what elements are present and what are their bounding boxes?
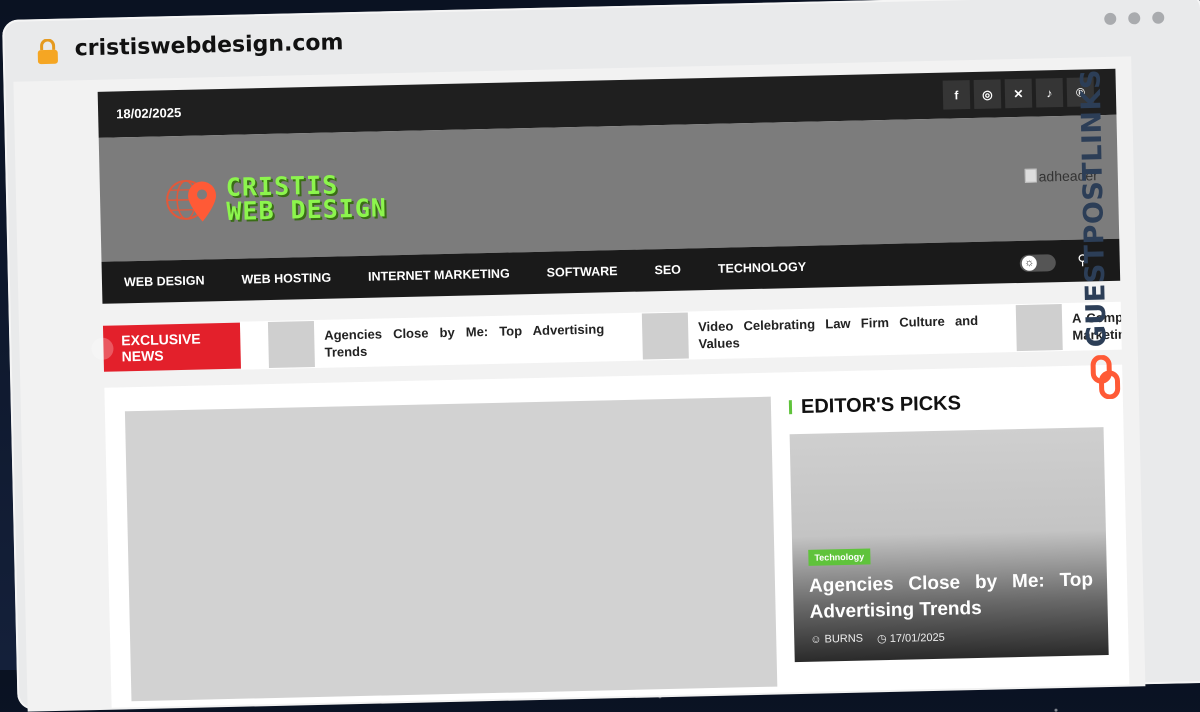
browser-window: cristiswebdesign.com 18/02/2025 f ◎ ✕ ♪ … (2, 0, 1200, 712)
ticker-thumbnail (1015, 304, 1063, 352)
lock-icon (37, 38, 58, 65)
featured-image[interactable] (124, 396, 778, 702)
nav-item-technology[interactable]: TECHNOLOGY (718, 260, 806, 276)
current-date: 18/02/2025 (115, 104, 182, 122)
editors-picks-heading: EDITOR'S PICKS (789, 392, 961, 419)
window-dot[interactable] (1128, 12, 1141, 25)
ticker-item-title: Video Celebrating Law Firm Culture and V… (697, 312, 979, 352)
post-date-text: 17/01/2025 (889, 631, 945, 646)
logo-line2: WEB DESIGN (226, 193, 388, 226)
nav-item-web-hosting[interactable]: WEB HOSTING (241, 271, 331, 287)
ticker-items: Agencies Close by Me: Top Advertising Tr… (239, 301, 1122, 370)
user-icon: ☺ (810, 633, 822, 646)
ticker-thumbnail (641, 312, 689, 360)
nav-item-internet-marketing[interactable]: INTERNET MARKETING (368, 267, 510, 284)
author[interactable]: ☺ BURNS (810, 633, 863, 647)
facebook-icon[interactable]: f (942, 80, 971, 110)
website: 18/02/2025 f ◎ ✕ ♪ ℗ CRISTIS WEB DESIGN … (97, 68, 1130, 708)
dark-mode-toggle[interactable] (1019, 254, 1056, 272)
pick-title[interactable]: Agencies Close by Me: Top Advertising Tr… (809, 567, 1094, 625)
window-dot[interactable] (1104, 12, 1117, 25)
globe-pin-icon (166, 179, 217, 222)
pick-meta: ☺ BURNS ◷ 17/01/2025 (810, 631, 945, 647)
chain-link-icon (1090, 354, 1121, 400)
x-icon[interactable]: ✕ (1004, 78, 1033, 109)
ticker-item[interactable]: Video Celebrating Law Firm Culture and V… (641, 305, 989, 361)
main-content: EDITOR'S PICKS Technology Agencies Close… (104, 364, 1130, 708)
page-viewport: 18/02/2025 f ◎ ✕ ♪ ℗ CRISTIS WEB DESIGN … (13, 56, 1146, 712)
ticker-thumbnail (267, 321, 315, 369)
ticker-item-title: Agencies Close by Me: Top Advertising Tr… (324, 321, 605, 360)
nav-item-software[interactable]: SOFTWARE (547, 264, 618, 280)
editors-pick-card[interactable]: Technology Agencies Close by Me: Top Adv… (789, 427, 1109, 663)
ticker-item[interactable]: Agencies Close by Me: Top Advertising Tr… (267, 313, 615, 369)
url-text: cristiswebdesign.com (74, 30, 344, 62)
ticker-label: EXCLUSIVE NEWS (102, 322, 241, 372)
window-controls (1104, 11, 1165, 25)
author-name: BURNS (824, 632, 864, 646)
side-watermark-text: GUESTPOSTLINKS (1075, 68, 1113, 348)
site-logo[interactable]: CRISTIS WEB DESIGN (164, 170, 388, 226)
category-badge[interactable]: Technology (808, 548, 871, 566)
nav-item-seo[interactable]: SEO (654, 263, 681, 278)
clock-icon: ◷ (876, 633, 887, 646)
nav-item-web-design[interactable]: WEB DESIGN (124, 273, 205, 289)
instagram-icon[interactable]: ◎ (973, 79, 1002, 109)
logo-text: CRISTIS WEB DESIGN (226, 170, 388, 226)
post-date: ◷ 17/01/2025 (877, 631, 945, 646)
tiktok-icon[interactable]: ♪ (1035, 77, 1064, 108)
site-header: CRISTIS WEB DESIGN adheader (98, 114, 1120, 262)
news-ticker: EXCLUSIVE NEWS Agencies Close by Me: Top… (102, 301, 1122, 374)
window-dot[interactable] (1152, 11, 1165, 24)
side-watermark: GUESTPOSTLINKS (1068, 69, 1145, 418)
